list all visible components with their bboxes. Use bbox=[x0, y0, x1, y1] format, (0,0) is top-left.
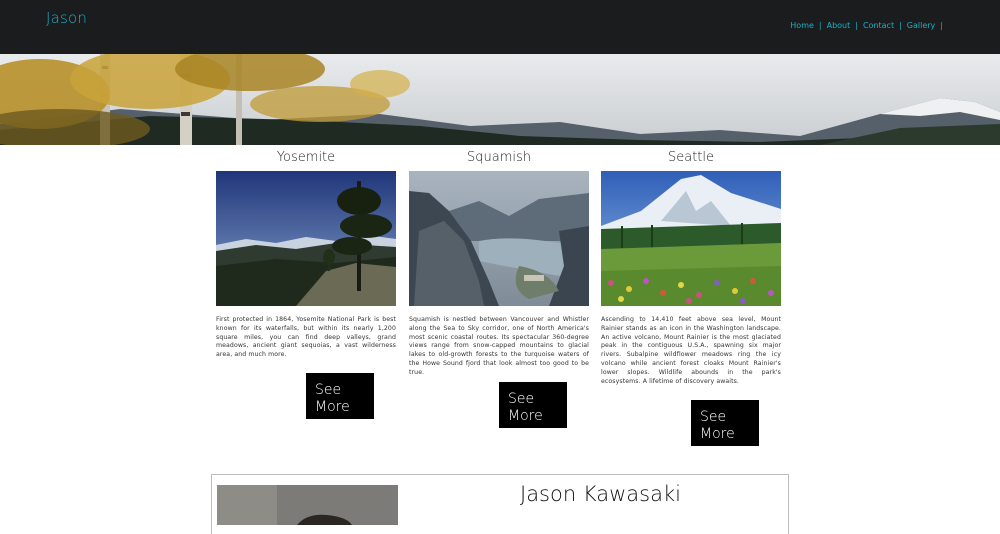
destination-card-squamish: Squamish Squamish is nestled between Van… bbox=[409, 148, 589, 378]
seattle-see-more-button[interactable]: See More bbox=[691, 400, 759, 446]
nav-gallery-link[interactable]: Gallery bbox=[907, 21, 936, 30]
nav-home-link[interactable]: Home bbox=[790, 21, 814, 30]
hero-banner-image bbox=[0, 54, 1000, 145]
card-description: Ascending to 14,410 feet above sea level… bbox=[601, 316, 781, 385]
nav-contact-link[interactable]: Contact bbox=[863, 21, 894, 30]
card-title: Yosemite bbox=[276, 150, 336, 165]
nav-separator: | bbox=[855, 21, 858, 30]
about-name-heading: Jason Kawasaki bbox=[520, 482, 681, 506]
card-description: First protected in 1864, Yosemite Nation… bbox=[216, 316, 396, 359]
card-title: Seattle bbox=[667, 150, 715, 165]
destination-card-seattle: Seattle Ascending to 14,410 feet above s… bbox=[601, 148, 781, 386]
about-section: Jason Kawasaki bbox=[211, 474, 789, 534]
nav-separator: | bbox=[899, 21, 902, 30]
seattle-photo bbox=[601, 171, 781, 306]
yosemite-photo bbox=[216, 171, 396, 306]
squamish-photo bbox=[409, 171, 589, 306]
squamish-see-more-button[interactable]: See More bbox=[499, 382, 567, 428]
brand-logo[interactable]: Jason bbox=[46, 9, 87, 27]
nav-separator: | bbox=[818, 21, 822, 30]
card-title: Squamish bbox=[467, 150, 531, 165]
nav-about-link[interactable]: About bbox=[827, 21, 851, 30]
destination-card-yosemite: Yosemite First protected in 1864, Yosemi… bbox=[216, 148, 396, 360]
yosemite-see-more-button[interactable]: See More bbox=[306, 373, 374, 419]
card-description: Squamish is nestled between Vancouver an… bbox=[409, 316, 589, 376]
profile-photo bbox=[217, 485, 398, 525]
top-navbar: Jason Home | About | Contact | Gallery | bbox=[0, 0, 1000, 54]
nav-separator: | bbox=[940, 21, 943, 30]
nav-menu: Home | About | Contact | Gallery | bbox=[790, 21, 948, 30]
